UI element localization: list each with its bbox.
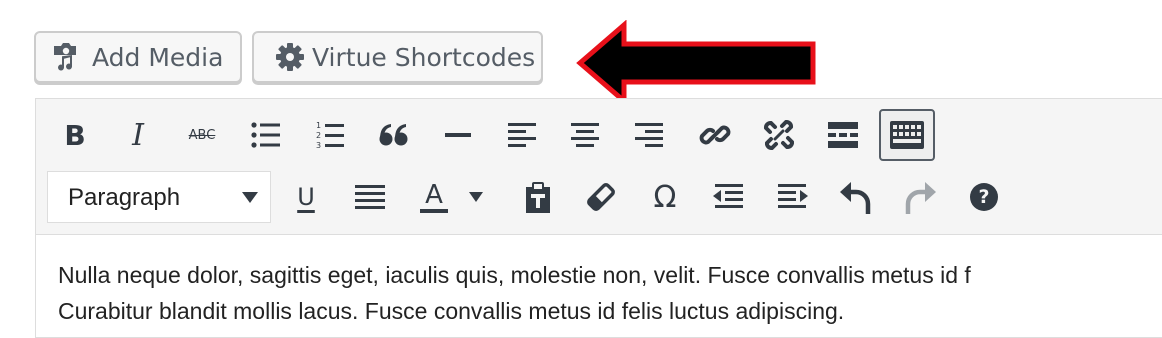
editor-toolbar: B I ABC 1 2 3 Paragraph U A Ω ? [36,99,1162,235]
number-1: 1 [316,121,321,130]
add-media-button[interactable]: Add Media [34,31,242,83]
number-3: 3 [316,141,321,150]
numbered-list-button[interactable]: 1 2 3 [305,110,355,160]
text-color-text: A [420,181,448,213]
strikethrough-text: ABC [188,127,216,143]
help-text: ? [978,186,990,208]
indent-icon [776,183,808,211]
bulleted-list-button[interactable] [241,110,291,160]
align-right-button[interactable] [624,110,674,160]
undo-icon [840,180,872,214]
outdent-icon [713,183,745,211]
redo-button[interactable] [895,172,945,222]
align-left-button[interactable] [497,110,547,160]
link-icon [699,119,731,151]
horizontal-line-icon [445,132,471,138]
editor: B I ABC 1 2 3 Paragraph U A Ω ? Nulla ne… [35,98,1162,338]
omega-text: Ω [653,179,677,215]
chevron-down-icon [242,192,258,203]
italic-button[interactable]: I [113,110,163,160]
increase-indent-button[interactable] [767,172,817,222]
toolbar-toggle-button[interactable] [879,109,935,161]
numbered-list-icon: 1 2 3 [315,120,345,150]
paste-as-text-button[interactable] [513,172,563,222]
align-center-button[interactable] [560,110,610,160]
format-select[interactable]: Paragraph [47,171,271,223]
camera-music-icon [52,42,82,72]
keyboard-icon [890,121,924,149]
left-arrow-icon [575,19,820,107]
eraser-icon [586,182,616,212]
special-character-button[interactable]: Ω [640,172,690,222]
editor-content[interactable]: Nulla neque dolor, sagittis eget, iaculi… [58,257,1158,329]
virtue-shortcodes-label: Virtue Shortcodes [312,42,536,72]
quote-icon [379,123,409,147]
bold-text: B [64,118,86,152]
virtue-shortcodes-button[interactable]: Virtue Shortcodes [252,31,543,83]
caret-down-icon [469,192,483,202]
content-line-1: Nulla neque dolor, sagittis eget, iaculi… [58,262,971,288]
decrease-indent-button[interactable] [704,172,754,222]
horizontal-line-button[interactable] [433,110,483,160]
add-media-label: Add Media [92,42,224,72]
bold-button[interactable]: B [50,110,100,160]
read-more-button[interactable] [818,110,868,160]
redo-icon [904,180,936,214]
blockquote-button[interactable] [369,110,419,160]
undo-button[interactable] [831,172,881,222]
text-color-button[interactable]: A [409,172,459,222]
bulleted-list-icon [251,121,281,149]
strikethrough-button[interactable]: ABC [177,110,227,160]
align-left-icon [508,122,536,148]
text-color-dropdown-button[interactable] [461,172,491,222]
content-line-2: Curabitur blandit mollis lacus. Fusce co… [58,298,845,324]
format-select-value: Paragraph [68,184,181,211]
clear-formatting-button[interactable] [576,172,626,222]
gear-icon [274,41,306,73]
help-button[interactable]: ? [959,172,1009,222]
read-more-icon [828,122,858,148]
unlink-icon [762,118,796,152]
remove-link-button[interactable] [754,110,804,160]
clipboard-icon [524,181,552,213]
align-center-icon [571,122,599,148]
underline-text: U [297,183,315,211]
insert-link-button[interactable] [690,110,740,160]
number-2: 2 [316,131,321,140]
italic-text: I [132,117,144,153]
align-right-icon [635,122,663,148]
justify-icon [355,184,385,210]
underline-button[interactable]: U [281,172,331,222]
help-icon: ? [970,183,998,211]
justify-button[interactable] [345,172,395,222]
